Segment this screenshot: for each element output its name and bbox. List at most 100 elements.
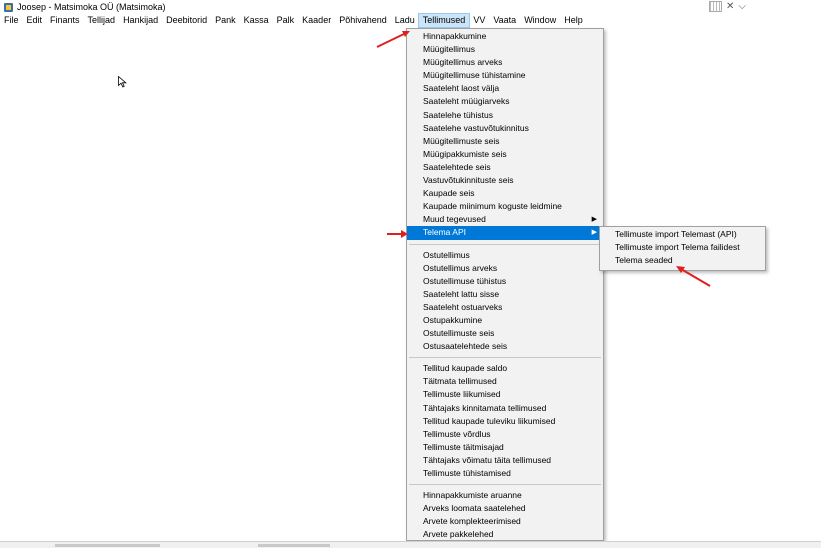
- window-title: Joosep - Matsimoka OÜ (Matsimoka): [17, 2, 166, 12]
- menu-item[interactable]: Saatelehtede seis: [407, 161, 603, 174]
- menu-item[interactable]: Tellimuste võrdlus: [407, 428, 603, 441]
- menu-tellijad[interactable]: Tellijad: [84, 14, 120, 27]
- menu-kaader[interactable]: Kaader: [298, 14, 335, 27]
- menu-item[interactable]: Täitmata tellimused: [407, 375, 603, 388]
- menu-kassa[interactable]: Kassa: [240, 14, 273, 27]
- menu-item-label: Kaupade seis: [423, 188, 475, 199]
- menu-item-telema-api[interactable]: Telema API ▶: [407, 226, 603, 240]
- menu-item[interactable]: Tellimuste liikumised: [407, 388, 603, 401]
- menu-item[interactable]: Müügitellimuse tühistamine: [407, 69, 603, 82]
- menu-item[interactable]: Tellitud kaupade saldo: [407, 362, 603, 375]
- menu-item-label: Hinnapakkumine: [423, 31, 487, 41]
- menu-item-label: Saatelehe tühistus: [423, 109, 493, 120]
- menu-item[interactable]: Tellitud kaupade tuleviku liikumised: [407, 415, 603, 428]
- menu-item-label: Müügitellimus: [423, 44, 475, 55]
- menu-edit[interactable]: Edit: [23, 14, 47, 27]
- menu-item-label: Arvete pakkelehed: [423, 529, 494, 540]
- menu-item[interactable]: Saatelehe tühistus: [407, 109, 603, 122]
- menu-deebitorid[interactable]: Deebitorid: [162, 14, 211, 27]
- menu-item[interactable]: Ostutellimus arveks: [407, 262, 603, 275]
- menu-item[interactable]: Müügitellimuste seis: [407, 135, 603, 148]
- menu-item[interactable]: Saatelehe vastuvõtukinnitus: [407, 122, 603, 135]
- submenu-arrow-icon: ▶: [591, 216, 597, 224]
- menu-item-label: Saateleht ostuarveks: [423, 301, 503, 312]
- menu-separator: [409, 243, 601, 245]
- menu-item[interactable]: Kaupade miinimum koguste leidmine: [407, 200, 603, 213]
- menu-item[interactable]: Saateleht müügiarveks: [407, 95, 603, 108]
- menu-item[interactable]: Müügitellimus: [407, 43, 603, 56]
- menu-finants[interactable]: Finants: [46, 14, 84, 27]
- menu-item[interactable]: Hinnapakkumine: [407, 30, 603, 43]
- title-bar: Joosep - Matsimoka OÜ (Matsimoka) ✕ ⌵: [0, 0, 821, 14]
- menu-item-label: Müügipakkumiste seis: [423, 148, 507, 159]
- menu-item-label: Tellimuste liikumised: [423, 389, 501, 400]
- menu-item[interactable]: Arvete komplekteerimised: [407, 515, 603, 528]
- menu-item-label: Ostutellimuste seis: [423, 328, 495, 339]
- menu-item-label: Tähtajaks kinnitamata tellimused: [423, 402, 547, 413]
- menu-item-label: Saatelehtede seis: [423, 161, 491, 172]
- menu-item-label: Saateleht laost välja: [423, 83, 500, 94]
- menu-item-muud-tegevused[interactable]: Muud tegevused ▶: [407, 213, 603, 226]
- annotation-arrow-seaded: [676, 266, 711, 287]
- menu-item[interactable]: Tähtajaks kinnitamata tellimused: [407, 402, 603, 415]
- menu-item-label: Tellitud kaupade tuleviku liikumised: [423, 415, 556, 426]
- menu-item-label: Saatelehe vastuvõtukinnitus: [423, 122, 529, 133]
- menu-item[interactable]: Saateleht ostuarveks: [407, 301, 603, 314]
- menu-item-label: Kaupade miinimum koguste leidmine: [423, 201, 562, 212]
- menu-item-label: Müügitellimuste seis: [423, 135, 500, 146]
- menu-item-label: Saateleht lattu sisse: [423, 288, 500, 299]
- submenu-item[interactable]: Tellimuste import Telemast (API): [600, 228, 765, 241]
- chevron-down-icon[interactable]: ⌵: [738, 1, 746, 12]
- menu-item[interactable]: Vastuvõtukinnituste seis: [407, 174, 603, 187]
- menu-item[interactable]: Ostutellimuse tühistus: [407, 275, 603, 288]
- menu-separator: [409, 484, 601, 486]
- menu-item-label: Ostusaatelehtede seis: [423, 341, 508, 352]
- menu-vv[interactable]: VV: [469, 14, 489, 27]
- menu-file[interactable]: File: [0, 14, 23, 27]
- menu-help[interactable]: Help: [560, 14, 587, 27]
- menu-item[interactable]: Ostutellimus: [407, 249, 603, 262]
- menu-item-label: Saateleht müügiarveks: [423, 96, 510, 107]
- menu-item[interactable]: Arveks loomata saatelehed: [407, 502, 603, 515]
- menu-tellimused[interactable]: Tellimused: [417, 13, 471, 28]
- menu-item[interactable]: Tellimuste tühistamised: [407, 467, 603, 480]
- app-icon: [4, 2, 13, 12]
- menu-item[interactable]: Tähtajaks võimatu täita tellimused: [407, 454, 603, 467]
- menu-item[interactable]: Saateleht laost välja: [407, 82, 603, 95]
- submenu-item[interactable]: Tellimuste import Telema failidest: [600, 241, 765, 254]
- menu-item-label: Müügitellimuse tühistamine: [423, 70, 526, 81]
- menu-item-label: Arveks loomata saatelehed: [423, 503, 526, 514]
- menu-item[interactable]: Ostusaatelehtede seis: [407, 340, 603, 353]
- menu-item[interactable]: Saateleht lattu sisse: [407, 288, 603, 301]
- menu-item-label: Ostutellimuse tühistus: [423, 275, 507, 286]
- menu-põhivahend[interactable]: Põhivahend: [335, 14, 391, 27]
- menu-item-label: Hinnapakkumiste aruanne: [423, 490, 522, 501]
- annotation-arrow-telema: [387, 230, 408, 238]
- menu-window[interactable]: Window: [520, 14, 560, 27]
- submenu-arrow-icon: ▶: [591, 229, 597, 237]
- menu-item[interactable]: Müügipakkumiste seis: [407, 148, 603, 161]
- menu-item-label: Arvete komplekteerimised: [423, 516, 521, 527]
- annotation-arrow-menubar: [376, 31, 410, 48]
- menu-item-label: Tellimuste võrdlus: [423, 428, 491, 439]
- menu-pank[interactable]: Pank: [211, 14, 240, 27]
- menu-item-label: Ostutellimus arveks: [423, 262, 498, 273]
- mouse-cursor-icon: [118, 76, 127, 88]
- menu-item-label: Muud tegevused: [423, 214, 486, 225]
- menu-item[interactable]: Arvete pakkelehed: [407, 528, 603, 541]
- menu-item[interactable]: Kaupade seis: [407, 187, 603, 200]
- menu-item[interactable]: Hinnapakkumiste aruanne: [407, 489, 603, 502]
- menu-item[interactable]: Ostutellimuste seis: [407, 327, 603, 340]
- menu-hankijad[interactable]: Hankijad: [119, 14, 162, 27]
- menu-vaata[interactable]: Vaata: [489, 14, 520, 27]
- menu-ladu[interactable]: Ladu: [391, 14, 419, 27]
- menu-item-label: Müügitellimus arveks: [423, 57, 503, 68]
- menu-palk[interactable]: Palk: [273, 14, 299, 27]
- grid-icon[interactable]: [709, 1, 723, 12]
- menu-bar: File Edit Finants Tellijad Hankijad Deebitori…: [0, 13, 821, 28]
- menu-item[interactable]: Tellimuste täitmisajad: [407, 441, 603, 454]
- close-small-icon[interactable]: ✕: [726, 1, 734, 12]
- menu-item[interactable]: Müügitellimus arveks: [407, 56, 603, 69]
- menu-item[interactable]: Ostupakkumine: [407, 314, 603, 327]
- menu-item-label: Ostupakkumine: [423, 314, 483, 325]
